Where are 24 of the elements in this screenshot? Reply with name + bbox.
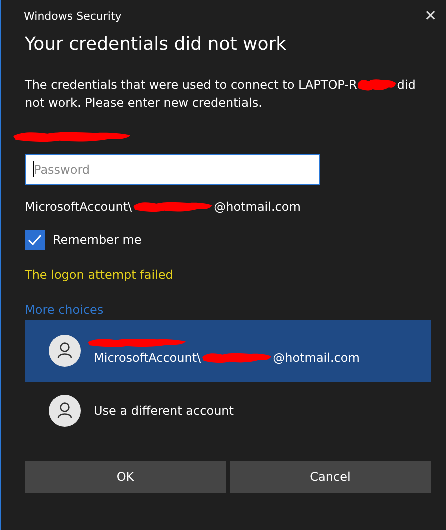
message-text: not work. Please enter new credentials. (25, 95, 262, 112)
window-title: Windows Security (24, 10, 122, 22)
dialog-heading: Your credentials did not work (25, 34, 288, 55)
close-button[interactable]: ✕ (416, 1, 446, 31)
check-icon (27, 232, 43, 248)
message-text: The credentials that were used to connect to LAPTOP-R (25, 77, 358, 94)
more-choices-link[interactable]: More choices (25, 303, 104, 317)
account-text: MicrosoftAccount\ (94, 351, 202, 365)
account-text: @hotmail.com (214, 200, 301, 214)
user-icon (49, 335, 81, 367)
password-field[interactable]: Password (25, 154, 320, 185)
error-message: The logon attempt failed (25, 268, 174, 282)
account-text: MicrosoftAccount\ (25, 200, 132, 214)
checkbox[interactable] (25, 230, 45, 250)
option-label: Use a different account (94, 404, 234, 418)
account-option[interactable]: Use a different account (25, 382, 431, 439)
dialog-button[interactable]: Cancel (230, 461, 431, 493)
account-option[interactable]: MicrosoftAccount\ @hotmail.com (25, 320, 431, 382)
checkbox-label: Remember me (53, 233, 142, 247)
redaction-mark (357, 77, 398, 93)
dialog-button[interactable]: OK (25, 461, 226, 493)
message-text: did (397, 77, 416, 94)
user-icon (49, 394, 81, 426)
account-text: @hotmail.com (273, 351, 360, 365)
